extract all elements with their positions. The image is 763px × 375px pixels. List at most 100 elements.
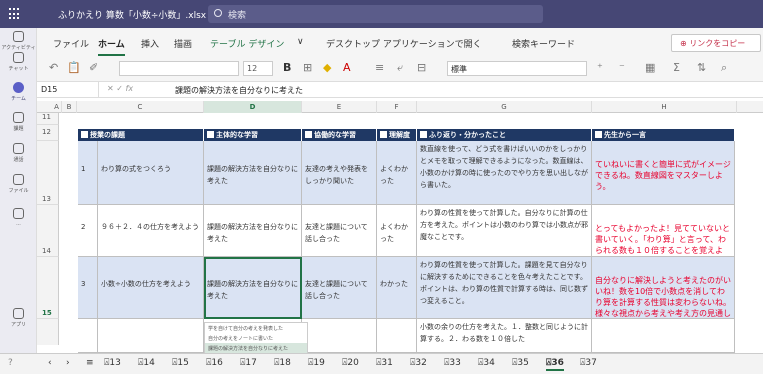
sheet-tab[interactable]: ⍓32 [410, 358, 427, 368]
table-cell[interactable]: 1 [78, 141, 98, 205]
row-header[interactable]: 11 [37, 113, 59, 125]
sheet-tab[interactable]: ⍓34 [478, 358, 495, 368]
table-cell[interactable] [592, 319, 735, 353]
name-box[interactable]: D15 [37, 82, 99, 98]
font-color-icon[interactable]: A [343, 61, 351, 74]
sheet-tab[interactable]: ⍓20 [342, 358, 359, 368]
format-painter-icon[interactable]: ✐ [89, 61, 98, 74]
find-icon[interactable]: ⌕ [721, 61, 727, 75]
sheet-tab[interactable]: ⍓15 [172, 358, 189, 368]
sheet-tab[interactable]: ⍓37 [580, 358, 597, 368]
table-cell[interactable]: よくわかった [377, 141, 417, 205]
row-header[interactable]: 13 [37, 141, 59, 205]
validation-dropdown[interactable]: 学を自けて自分の考えを発表した 自分の考えをノートに書いた 課題の解決方法を自分… [204, 322, 308, 355]
table-cell[interactable] [98, 319, 204, 353]
conditional-format-icon[interactable]: ▦ [645, 61, 655, 74]
sort-icon[interactable]: ⇅ [697, 61, 706, 74]
sheet-tab[interactable]: ⍓16 [206, 358, 223, 368]
table-cell[interactable]: ９６＋２．４の仕方を考えよう [98, 205, 204, 257]
column-header[interactable]: H [592, 101, 737, 113]
column-header[interactable]: A [52, 101, 62, 113]
sheet-tab[interactable]: ⍓31 [376, 358, 393, 368]
column-header[interactable]: F [377, 101, 417, 113]
table-cell[interactable]: とってもよかったよ！見てていないと書いていく。「わり算」と言って、わられる数も１… [592, 205, 735, 257]
table-cell[interactable]: 課題の解決方法を自分なりに考えた [204, 141, 302, 205]
autosum-icon[interactable]: Σ [673, 61, 680, 74]
table-header-cell[interactable]: 先生から一言 [592, 129, 735, 141]
row-header[interactable]: 14 [37, 205, 59, 257]
table-cell[interactable]: よくわかった [377, 205, 417, 257]
table-cell[interactable]: わり算の性質を使って計算した。課題を見て自分なりに解決するためにできることを色々… [417, 257, 592, 319]
sheet-tab[interactable]: ⍓36 [546, 358, 564, 371]
tab-draw[interactable]: 描画 [174, 37, 192, 50]
table-cell[interactable]: わり算の性質を使って計算した。自分なりに計算の仕方を考えた。ポイントは小数のわり… [417, 205, 592, 257]
sheet-list-icon[interactable]: ≡ [86, 358, 94, 368]
sheet-tab[interactable]: ⍓18 [274, 358, 291, 368]
dropdown-option[interactable]: 学を自けて自分の考えを発表した [205, 323, 307, 333]
sheet-tab[interactable]: ⍓13 [104, 358, 121, 368]
table-cell[interactable]: 友達の考えや発表をしっかり聞いた [302, 141, 377, 205]
tab-table-design[interactable]: テーブル デザイン [210, 37, 284, 50]
table-cell[interactable]: ていねいに書くと簡単に式がイメージできるね。数直線図をマスターしよう。 [592, 141, 735, 205]
rail-item[interactable]: 課題 [0, 112, 37, 132]
number-format-select[interactable]: 標準 [447, 61, 587, 76]
rail-item[interactable]: チャット [0, 52, 37, 72]
rail-item[interactable]: チーム [0, 82, 37, 102]
rail-item[interactable]: ファイル [0, 174, 37, 194]
help-icon[interactable]: ? [8, 358, 13, 368]
table-header-cell[interactable]: 授業の課題 [78, 129, 204, 141]
search-box[interactable]: 検索 [208, 5, 543, 23]
table-cell[interactable]: わかった [377, 257, 417, 319]
next-sheet-icon[interactable]: › [66, 358, 70, 368]
table-cell[interactable]: わり算の式をつくろう [98, 141, 204, 205]
fill-color-icon[interactable]: ◆ [323, 61, 331, 74]
sheet-tab[interactable]: ⍓19 [308, 358, 325, 368]
tab-home[interactable]: ホーム [98, 37, 125, 56]
column-header[interactable]: B [62, 101, 77, 113]
paste-icon[interactable]: 📋 [67, 61, 81, 74]
wrap-icon[interactable]: ⤶ [397, 61, 403, 75]
table-header-cell[interactable]: 主体的な学習 [204, 129, 302, 141]
rail-item[interactable]: アプリ [0, 308, 37, 328]
sheet-tab[interactable]: ⍓14 [138, 358, 155, 368]
table-header-cell[interactable]: 理解度 [377, 129, 417, 141]
table-cell[interactable]: 小数÷小数の仕方を考えよう [98, 257, 204, 319]
column-header[interactable]: D [204, 101, 302, 113]
column-header[interactable]: E [302, 101, 377, 113]
sheet-tab[interactable]: ⍓17 [240, 358, 257, 368]
borders-icon[interactable]: ⊞ [303, 61, 312, 74]
rail-item[interactable]: アクティビティ [0, 31, 37, 51]
table-cell[interactable]: 小数の余りの仕方を考えた。１．整数と同じように計算する。２．わる数を１０倍した [417, 319, 592, 353]
open-in-desktop[interactable]: デスクトップ アプリケーションで開く [326, 37, 482, 50]
table-cell[interactable]: 友達と課題について話し合った [302, 205, 377, 257]
search-keyword[interactable]: 検索キーワード [512, 37, 575, 50]
increase-decimal-icon[interactable]: ⁺ [597, 61, 603, 74]
table-cell[interactable] [377, 319, 417, 353]
row-header[interactable]: 12 [37, 125, 59, 141]
tab-file[interactable]: ファイル [53, 37, 89, 50]
tab-more[interactable]: ∨ [297, 37, 304, 47]
row-header[interactable]: 15 [37, 257, 59, 319]
table-cell[interactable]: 3 [78, 257, 98, 319]
table-cell[interactable]: 自分なりに解決しようと考えたのがいいね！数を10倍で小数点を消してわり算を計算す… [592, 257, 735, 319]
column-header[interactable]: C [77, 101, 204, 113]
font-size-select[interactable]: 12 [243, 61, 273, 76]
table-cell[interactable] [78, 319, 98, 353]
dropdown-option-selected[interactable]: 課題の解決方法を自分なりに考えた [205, 343, 307, 353]
table-cell[interactable]: 課題の解決方法を自分なりに考えた [204, 205, 302, 257]
table-header-cell[interactable]: 協働的な学習 [302, 129, 377, 141]
merge-icon[interactable]: ⊟ [417, 61, 426, 74]
font-name-select[interactable] [119, 61, 239, 76]
sheet-tab[interactable]: ⍓35 [512, 358, 529, 368]
table-cell[interactable] [302, 319, 377, 353]
table-cell[interactable]: 数直線を使って、どう式を書けばいいのかをしっかりとメモを取って理解できるようにな… [417, 141, 592, 205]
align-icon[interactable]: ≡ [375, 61, 384, 74]
undo-icon[interactable]: ↶ [49, 61, 58, 74]
decrease-decimal-icon[interactable]: ⁻ [619, 61, 625, 74]
formula-input[interactable]: 課題の解決方法を自分なりに考えた [175, 85, 303, 96]
waffle-icon[interactable] [9, 8, 21, 20]
dropdown-option[interactable]: 自分の考えをノートに書いた [205, 333, 307, 343]
table-cell[interactable]: 友達と課題について話し合った [302, 257, 377, 319]
copy-link-button[interactable]: ⊕ リンクをコピー [671, 34, 761, 52]
rail-item[interactable]: ... [0, 208, 37, 227]
